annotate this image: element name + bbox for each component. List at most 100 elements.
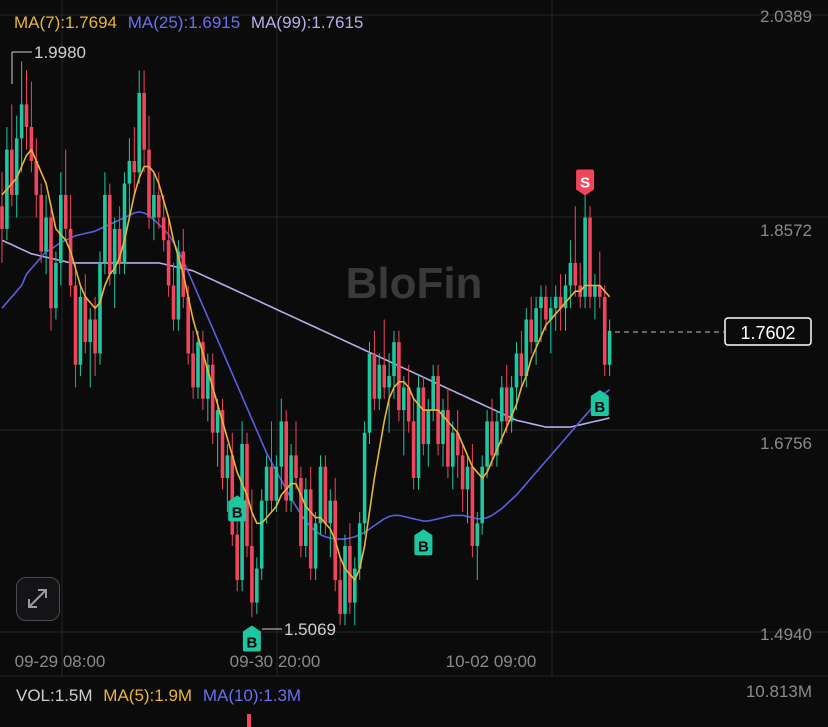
candle — [166, 240, 171, 286]
candle — [108, 194, 112, 275]
candle — [63, 194, 68, 229]
candle — [255, 568, 259, 603]
vol-legend: VOL:1.5M — [16, 686, 93, 705]
current-price-label: 1.7602 — [740, 323, 795, 343]
y-axis-label: 1.6756 — [760, 434, 812, 453]
volume-axis-label: 10.813M — [746, 682, 812, 701]
sell-marker-label: S — [580, 174, 590, 191]
candle — [539, 296, 543, 309]
candle — [215, 410, 220, 433]
candle — [465, 466, 470, 490]
candle — [29, 126, 34, 161]
candle — [406, 387, 411, 422]
candle — [14, 138, 19, 195]
candle — [607, 330, 612, 365]
vol-ma5-legend: MA(5):1.9M — [103, 686, 193, 705]
grid-lines — [0, 0, 828, 676]
volume-legend: VOL:1.5M MA(5):1.9M MA(10):1.3M — [16, 686, 301, 706]
x-axis-label: 09-30 20:00 — [230, 652, 321, 671]
candle — [338, 579, 342, 614]
candle — [98, 262, 102, 354]
y-axis-label: 1.4940 — [760, 625, 812, 644]
candlesticks — [0, 61, 612, 626]
y-axis-label: 2.0389 — [760, 7, 812, 26]
candle — [392, 342, 396, 377]
candle — [152, 194, 156, 218]
candle — [44, 217, 48, 252]
candle — [157, 194, 161, 218]
candle — [235, 534, 239, 580]
candle — [0, 206, 4, 229]
candle — [485, 421, 489, 467]
candle — [19, 104, 24, 139]
candle — [377, 364, 382, 399]
candle — [88, 319, 92, 343]
candle — [328, 500, 333, 524]
candle — [259, 500, 264, 569]
candle — [230, 455, 235, 535]
candle — [225, 455, 230, 479]
candle — [39, 194, 43, 252]
buy-marker-label: B — [418, 538, 429, 555]
vol-ma10-legend: MA(10):1.3M — [202, 686, 302, 705]
candle — [210, 364, 215, 433]
candle — [34, 160, 39, 195]
candle — [127, 160, 132, 184]
candle — [362, 432, 367, 524]
candle — [402, 387, 406, 411]
candle — [593, 285, 597, 297]
candle — [431, 376, 435, 411]
candle — [308, 489, 313, 569]
candle — [387, 376, 391, 388]
candle — [264, 466, 269, 501]
candle — [279, 421, 284, 467]
ma25-legend: MA(25):1.6915 — [127, 13, 241, 32]
candle — [382, 364, 386, 388]
candle — [451, 432, 455, 467]
candle — [446, 410, 450, 467]
buy-marker-label: B — [232, 504, 243, 521]
candle — [10, 149, 14, 195]
y-axis-label: 1.8572 — [760, 221, 812, 240]
expand-diagonal-icon — [28, 589, 47, 608]
low-price-label: 1.5069 — [284, 620, 336, 639]
ma-legend: MA(7):1.7694 MA(25):1.6915 MA(99):1.7615 — [14, 13, 363, 33]
candle — [397, 342, 401, 411]
expand-button[interactable] — [16, 577, 60, 621]
candle — [323, 466, 328, 524]
candle — [59, 194, 63, 263]
buy-marker-label: B — [246, 635, 257, 652]
candle — [318, 466, 323, 524]
candle — [490, 421, 494, 456]
candle — [470, 466, 475, 546]
candle — [196, 342, 200, 388]
candle — [49, 217, 53, 309]
candle — [519, 353, 524, 377]
candle — [475, 523, 480, 546]
candle — [353, 568, 357, 603]
candle — [372, 353, 377, 399]
candle — [78, 296, 83, 365]
candle — [191, 353, 195, 388]
candle — [83, 296, 88, 343]
candle — [480, 466, 484, 524]
candle — [367, 353, 372, 433]
watermark-logo: BloFin — [346, 259, 483, 308]
candle — [504, 387, 509, 422]
candle — [524, 319, 529, 377]
candle — [289, 455, 293, 501]
x-axis-label: 10-02 09:00 — [446, 652, 537, 671]
candle — [343, 545, 347, 614]
candle — [534, 308, 538, 343]
candle — [294, 455, 298, 479]
candle — [573, 262, 578, 286]
x-axis-label: 09-29 08:00 — [15, 652, 106, 671]
candle — [161, 217, 166, 241]
candle — [299, 478, 303, 546]
buy-marker-label: B — [594, 399, 605, 416]
candle — [313, 523, 318, 569]
price-chart[interactable]: BloFin B B B B S 2.0389 1.8572 1.6756 1.4940… — [0, 0, 828, 727]
candle — [132, 160, 137, 173]
candle — [411, 421, 416, 479]
candle — [274, 466, 279, 501]
